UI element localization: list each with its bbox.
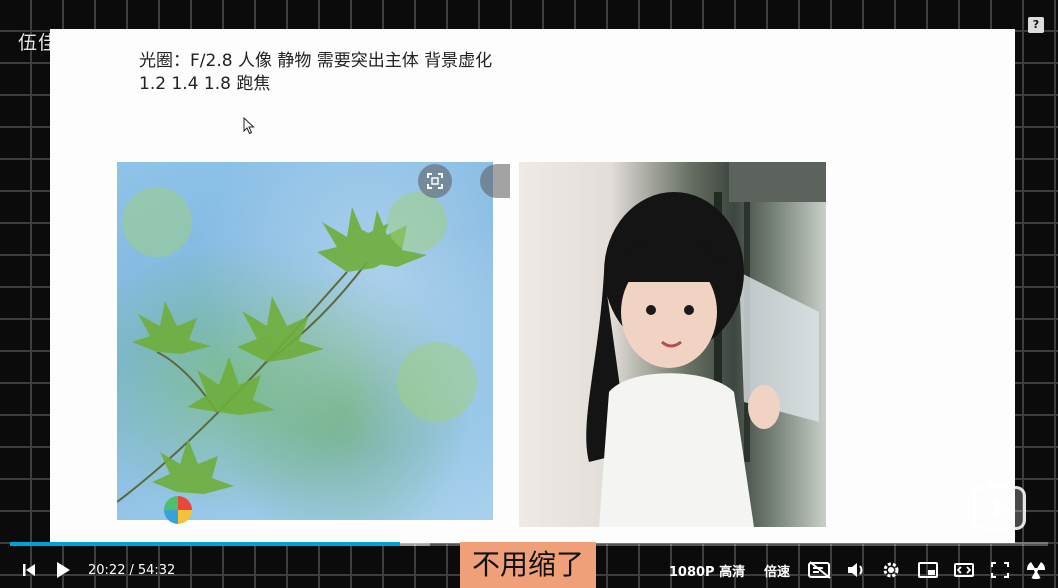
progress-played (10, 542, 401, 546)
widescreen-icon[interactable] (952, 552, 976, 588)
mouse-cursor-icon (243, 117, 255, 135)
slide-text: 光圈：F/2.8 人像 静物 需要突出主体 背景虚化 1.2 1.4 1.8 跑… (139, 49, 492, 95)
volume-icon[interactable] (845, 552, 867, 588)
floating-play-logo-icon[interactable] (972, 486, 1026, 530)
leaves-photo (117, 162, 493, 520)
video-slide: 光圈：F/2.8 人像 静物 需要突出主体 背景虚化 1.2 1.4 1.8 跑… (50, 29, 1015, 543)
skip-back-icon[interactable] (18, 552, 40, 588)
current-time: 20:22 (88, 562, 126, 578)
picture-in-picture-icon[interactable] (916, 552, 940, 588)
fullscreen-icon[interactable] (988, 552, 1012, 588)
slide-line-values: 1.2 1.4 1.8 跑焦 (139, 74, 271, 94)
speed-button[interactable]: 倍速 (760, 552, 794, 588)
sticker-icon (164, 496, 192, 524)
girl-portrait-photo (519, 162, 826, 527)
quality-button[interactable]: 1080P 高清 (668, 552, 746, 588)
help-icon[interactable]: ? (1028, 17, 1044, 33)
radiation-icon[interactable] (1024, 552, 1048, 588)
scan-icon[interactable] (418, 164, 452, 198)
duration: 54:32 (137, 562, 176, 578)
play-icon[interactable] (52, 552, 74, 588)
more-tools-icon[interactable] (480, 164, 510, 198)
danmaku-off-icon[interactable] (807, 552, 833, 588)
slide-line-aperture: 光圈：F/2.8 人像 静物 需要突出主体 背景虚化 (139, 51, 493, 71)
time-separator: / (129, 562, 134, 578)
gear-icon[interactable] (880, 552, 902, 588)
time-display: 20:22 / 54:32 (88, 552, 175, 588)
subtitle-caption: 不用缩了 (460, 542, 597, 588)
